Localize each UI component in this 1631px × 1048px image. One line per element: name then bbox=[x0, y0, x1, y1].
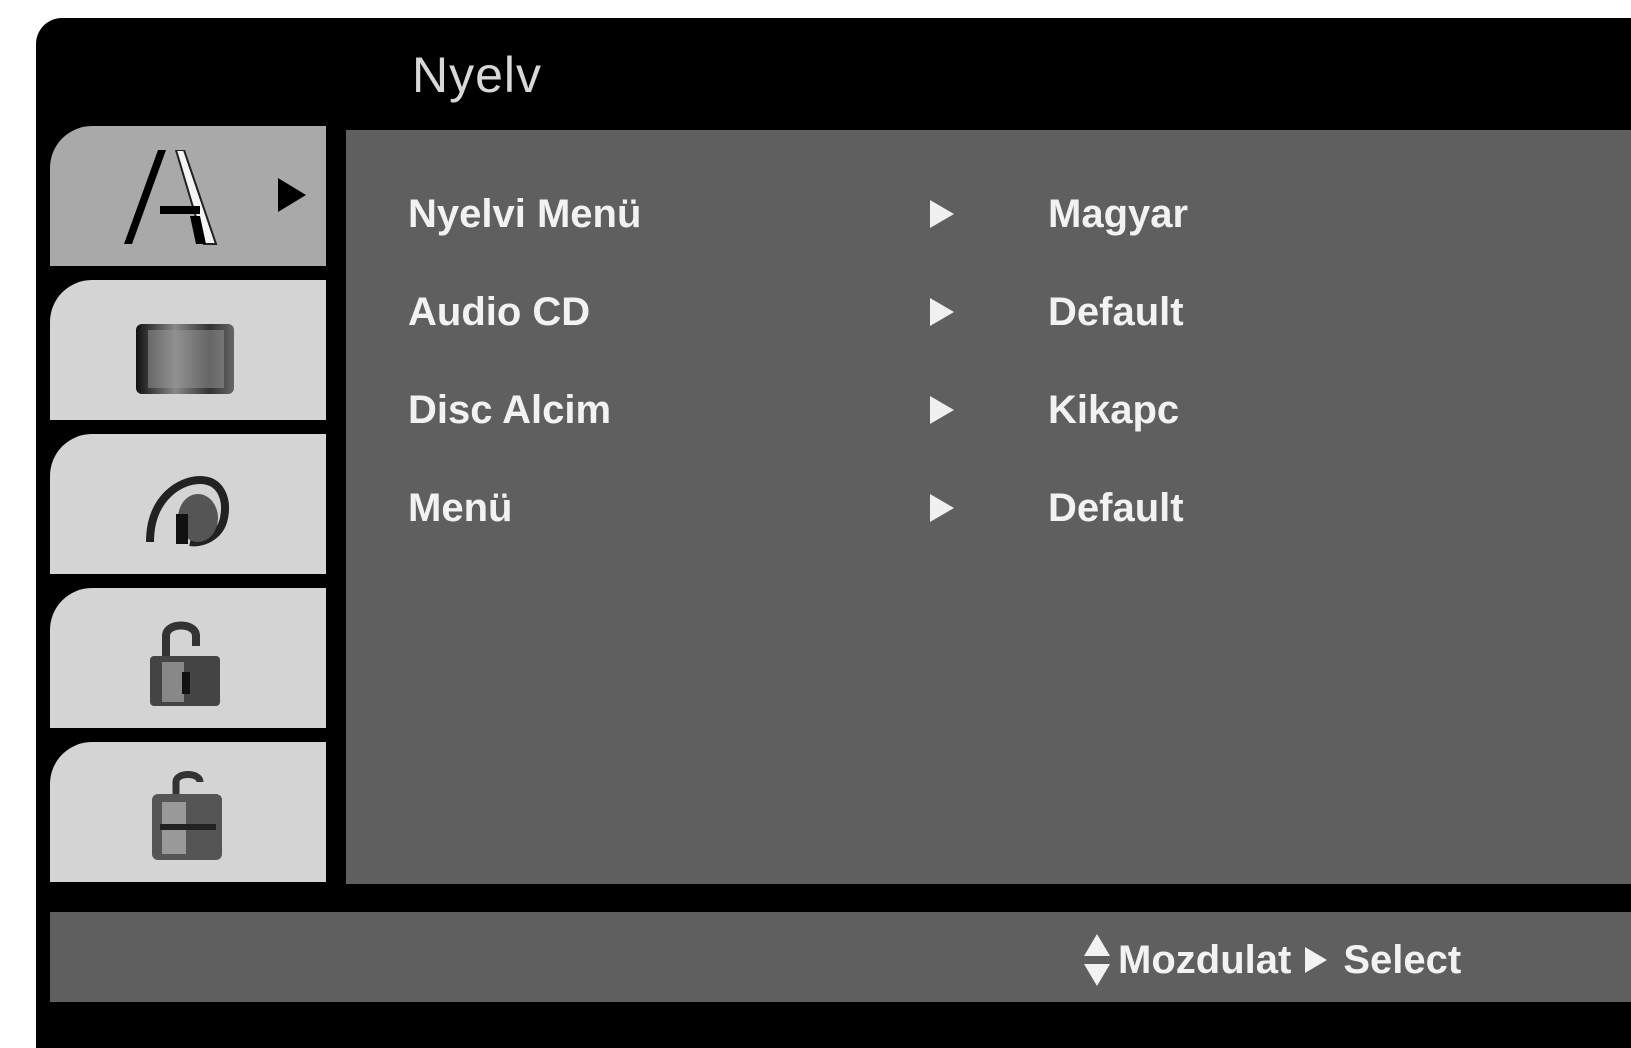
page-title: Nyelv bbox=[412, 47, 543, 103]
navigation-hint: Mozdulat Select bbox=[1084, 934, 1461, 986]
tab-display[interactable] bbox=[50, 280, 326, 420]
select-hint-label: Select bbox=[1343, 937, 1462, 982]
row-label: Disc Alcim bbox=[408, 388, 612, 432]
menu-row-menu[interactable]: Menü Default bbox=[408, 486, 1608, 536]
menu-row-language-menu[interactable]: Nyelvi Menü Magyar bbox=[408, 192, 1608, 242]
active-tab-arrow-icon bbox=[278, 178, 306, 212]
row-value: Magyar bbox=[1048, 192, 1189, 236]
menu-row-disc-subtitle[interactable]: Disc Alcim Kikapc bbox=[408, 388, 1608, 438]
tab-audio[interactable] bbox=[50, 434, 326, 574]
audio-icon bbox=[146, 475, 229, 547]
footer-bar: Mozdulat Select bbox=[50, 912, 1631, 1002]
row-arrow-icon bbox=[930, 200, 954, 228]
row-label: Audio CD bbox=[408, 290, 591, 334]
lock-icon bbox=[150, 621, 220, 706]
row-value: Default bbox=[1048, 486, 1184, 530]
settings-panel: Nyelvi Menü Magyar Audio CD Default Disc… bbox=[346, 130, 1631, 884]
up-down-arrow-icon bbox=[1084, 934, 1110, 986]
row-arrow-icon bbox=[930, 494, 954, 522]
row-value: Default bbox=[1048, 290, 1184, 334]
row-value: Kikapc bbox=[1048, 388, 1180, 432]
setup-menu-screen: Nyelv Nyelvi Menü Magyar Audio CD Defaul… bbox=[36, 18, 1631, 1048]
select-arrow-icon bbox=[1305, 947, 1328, 973]
row-label: Menü bbox=[408, 486, 513, 530]
move-hint-label: Mozdulat bbox=[1118, 937, 1292, 982]
tab-lock[interactable] bbox=[50, 588, 326, 728]
menu-row-audio-cd[interactable]: Audio CD Default bbox=[408, 290, 1608, 340]
row-arrow-icon bbox=[930, 298, 954, 326]
other-icon bbox=[152, 771, 222, 860]
language-icon bbox=[124, 150, 218, 245]
row-label: Nyelvi Menü bbox=[408, 192, 642, 236]
row-arrow-icon bbox=[930, 396, 954, 424]
tab-other[interactable] bbox=[50, 742, 326, 882]
tab-language[interactable] bbox=[50, 126, 326, 266]
display-icon bbox=[136, 324, 234, 394]
